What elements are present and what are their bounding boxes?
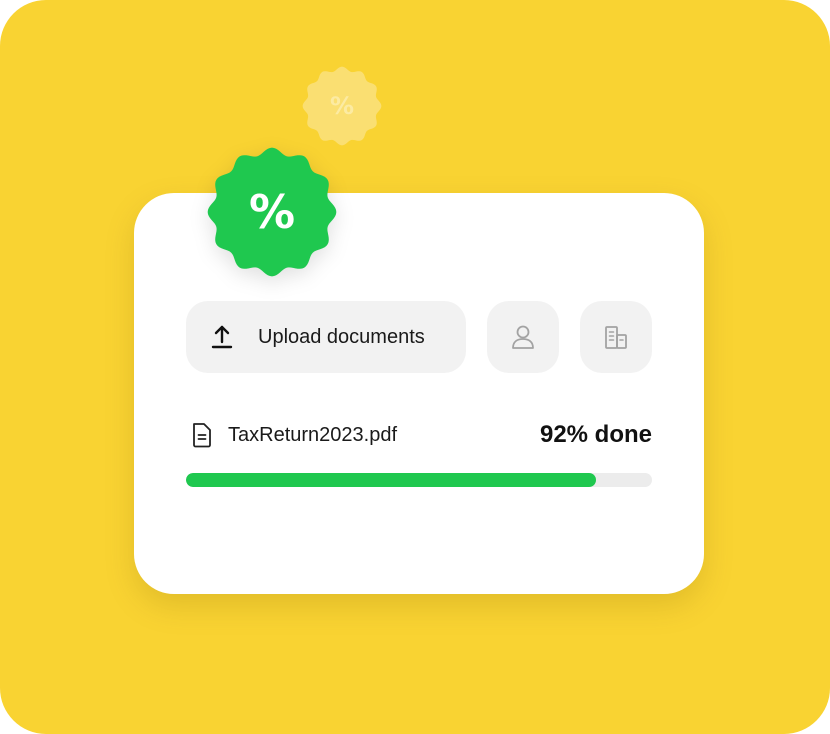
upload-documents-label: Upload documents — [258, 325, 425, 348]
personal-profile-button[interactable] — [487, 301, 559, 373]
file-upload-row: TaxReturn2023.pdf 92% done — [190, 418, 652, 452]
progress-bar-fill — [186, 473, 597, 487]
percent-badge-large-icon: % — [205, 145, 339, 279]
badge-small-symbol: % — [329, 92, 355, 120]
file-name: TaxReturn2023.pdf — [228, 423, 398, 446]
building-icon — [605, 326, 627, 349]
document-icon — [193, 423, 211, 448]
progress-label: 92% done — [539, 421, 652, 448]
upload-documents-button[interactable]: Upload documents — [186, 301, 466, 373]
percent-badge-small-icon: % — [301, 65, 383, 147]
promo-canvas: % % Upload documents TaxReturn2023.pdf 9… — [0, 0, 830, 734]
progress-bar — [186, 473, 652, 487]
badge-large-symbol: % — [248, 185, 296, 239]
business-profile-button[interactable] — [580, 301, 652, 373]
upload-icon — [211, 325, 233, 349]
user-icon — [512, 325, 534, 349]
